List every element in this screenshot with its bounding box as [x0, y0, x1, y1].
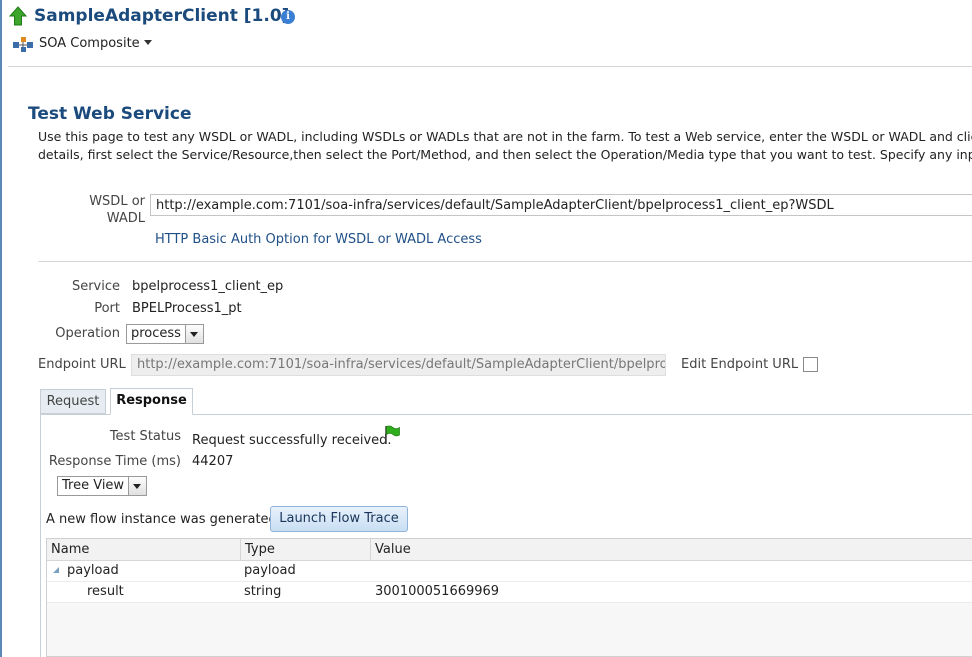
response-time-label: Response Time (ms) — [48, 454, 181, 469]
header-divider — [8, 66, 972, 67]
page-description: Use this page to test any WSDL or WADL, … — [38, 128, 972, 164]
description-line-1: Use this page to test any WSDL or WADL, … — [38, 129, 972, 144]
column-header-value[interactable]: Value — [370, 539, 411, 560]
expand-triangle-icon[interactable] — [53, 567, 59, 573]
endpoint-label: Endpoint URL — [38, 357, 126, 372]
response-time-value: 44207 — [192, 454, 234, 469]
wsdl-label: WSDL or WADL — [60, 193, 145, 227]
edit-endpoint-checkbox[interactable] — [803, 357, 818, 372]
row-name: result — [87, 584, 124, 599]
row-value: 300100051669969 — [375, 584, 500, 599]
row-name: payload — [67, 563, 119, 578]
wsdl-label-line-2: WADL — [106, 211, 145, 226]
left-border — [0, 0, 2, 657]
soa-composite-label: SOA Composite — [39, 36, 140, 51]
table-row[interactable]: payload payload — [47, 561, 972, 582]
table-row[interactable]: result string 300100051669969 — [47, 582, 972, 603]
response-tree-table: Name Type Value payload payload result s… — [46, 538, 972, 657]
dropdown-arrow-icon[interactable] — [128, 477, 146, 495]
soa-composite-menu[interactable]: SOA Composite — [39, 36, 152, 51]
port-label: Port — [94, 301, 120, 316]
app-title: SampleAdapterClient [1.0] — [34, 6, 290, 26]
up-arrow-icon — [9, 6, 27, 26]
view-select[interactable]: Tree View — [57, 476, 147, 496]
column-header-type[interactable]: Type — [240, 539, 275, 560]
tab-request[interactable]: Request — [40, 389, 106, 414]
test-status-value: Request successfully received. — [192, 433, 392, 448]
chevron-down-icon — [143, 40, 152, 45]
service-label: Service — [71, 279, 120, 294]
form-divider — [38, 261, 972, 262]
page-title: Test Web Service — [28, 104, 192, 124]
operation-select[interactable]: process — [126, 324, 204, 344]
tab-response[interactable]: Response — [110, 388, 193, 415]
column-header-name[interactable]: Name — [51, 542, 89, 557]
port-value: BPELProcess1_pt — [132, 301, 242, 316]
flow-message: A new flow instance was generated. — [46, 512, 281, 527]
row-type: string — [244, 584, 282, 599]
description-line-2: details, first select the Service/Resour… — [38, 147, 972, 162]
info-icon[interactable]: i — [281, 10, 295, 24]
green-flag-icon — [385, 425, 400, 444]
endpoint-url-input[interactable]: http://example.com:7101/soa-infra/servic… — [131, 354, 666, 376]
wsdl-url-input[interactable]: http://example.com:7101/soa-infra/servic… — [150, 194, 972, 216]
operation-label: Operation — [55, 326, 120, 341]
dropdown-arrow-icon[interactable] — [185, 325, 203, 343]
panel-border — [40, 414, 41, 657]
operation-selected-value: process — [131, 326, 181, 341]
table-header: Name Type Value — [47, 539, 972, 561]
test-status-label: Test Status — [109, 429, 181, 444]
view-selected-value: Tree View — [62, 478, 125, 493]
wsdl-label-line-1: WSDL or — [89, 194, 145, 209]
composite-icon — [13, 37, 33, 52]
launch-flow-trace-button[interactable]: Launch Flow Trace — [270, 506, 408, 532]
service-value: bpelprocess1_client_ep — [132, 279, 284, 294]
edit-endpoint-label: Edit Endpoint URL — [681, 357, 799, 372]
row-type: payload — [244, 563, 296, 578]
basic-auth-link[interactable]: HTTP Basic Auth Option for WSDL or WADL … — [155, 232, 482, 247]
